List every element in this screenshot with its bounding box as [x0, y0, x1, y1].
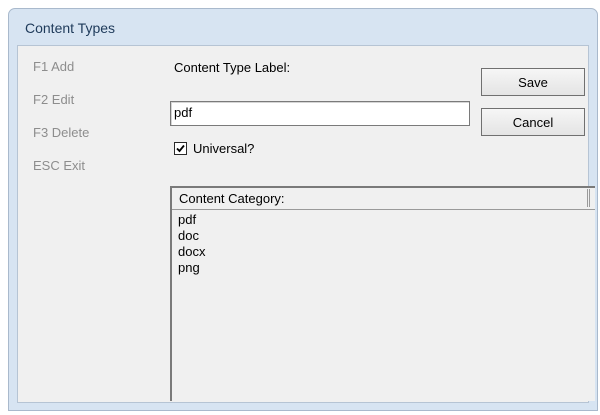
list-item[interactable]: doc: [178, 228, 205, 244]
cancel-button[interactable]: Cancel: [481, 108, 585, 136]
list-item[interactable]: png: [178, 260, 205, 276]
content-types-window: Content Types F1 Add F2 Edit F3 Delete E…: [8, 8, 598, 411]
list-item[interactable]: docx: [178, 244, 205, 260]
f1-add-command[interactable]: F1 Add: [33, 59, 74, 74]
esc-exit-command[interactable]: ESC Exit: [33, 158, 85, 173]
checkmark-icon: [176, 144, 185, 153]
universal-checkbox[interactable]: [174, 142, 187, 155]
title-bar[interactable]: Content Types: [9, 9, 597, 45]
list-column-header[interactable]: Content Category:: [172, 188, 595, 210]
universal-label: Universal?: [193, 141, 255, 156]
dialog-client-area: F1 Add F2 Edit F3 Delete ESC Exit Conten…: [17, 45, 595, 403]
window-title: Content Types: [25, 20, 116, 36]
f2-edit-command[interactable]: F2 Edit: [33, 92, 74, 107]
f3-delete-command[interactable]: F3 Delete: [33, 125, 89, 140]
content-type-label-input[interactable]: pdf: [170, 101, 470, 126]
content-category-list[interactable]: Content Category: pdf doc docx png: [170, 186, 595, 401]
list-column-header-label: Content Category:: [179, 191, 285, 206]
content-type-label-caption: Content Type Label:: [174, 60, 291, 75]
save-button[interactable]: Save: [481, 68, 585, 96]
list-item[interactable]: pdf: [178, 212, 205, 228]
column-resize-handle[interactable]: [587, 189, 590, 207]
